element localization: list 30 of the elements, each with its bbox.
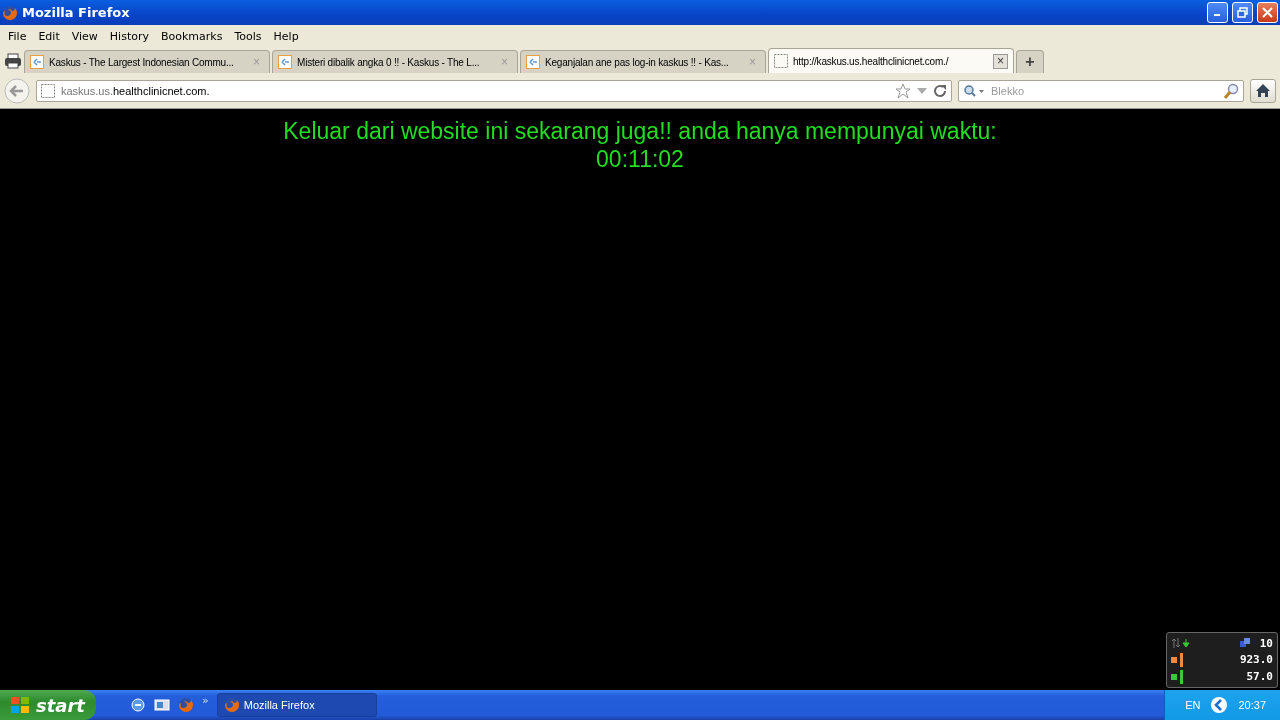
tab-title: Misteri dibalik angka 0 !! - Kaskus - The L...: [297, 56, 481, 68]
menu-item[interactable]: History: [103, 29, 155, 43]
browser-tab[interactable]: Keganjalan ane pas log-in kaskus !! - Kas... ×: [520, 50, 766, 73]
meter-value: 10: [1259, 636, 1273, 650]
search-field[interactable]: Blekko: [958, 79, 1244, 102]
countdown-timer: 00:11:02: [596, 145, 684, 173]
url-text: kaskus.us.healthclinicnet.com.: [61, 84, 211, 97]
menu-item[interactable]: View: [65, 29, 104, 43]
browser-tab[interactable]: http://kaskus.us.healthclinicnet.com./ ×: [768, 48, 1014, 73]
tab-title: Kaskus - The Largest Indonesian Commu...: [49, 56, 235, 68]
menu-item[interactable]: Tools: [228, 29, 268, 43]
clock: 20:37: [1238, 699, 1266, 711]
more-chevron[interactable]: »: [202, 693, 209, 707]
menu-item[interactable]: File: [2, 29, 33, 43]
menu-item[interactable]: Edit: [32, 29, 66, 43]
new-tab-button[interactable]: +: [1016, 50, 1044, 73]
tab-title: Keganjalan ane pas log-in kaskus !! - Kas...: [545, 56, 730, 68]
browser-tab[interactable]: Kaskus - The Largest Indonesian Commu... ×: [24, 50, 270, 73]
start-button[interactable]: start: [0, 690, 96, 720]
warning-message: Keluar dari website ini sekarang juga!! anda hanya mempunyai waktu:: [283, 117, 997, 145]
menu-item[interactable]: Bookmarks: [155, 29, 229, 43]
window-title: Mozilla Firefox: [22, 5, 131, 20]
tab-close-button[interactable]: ×: [993, 53, 1008, 69]
taskbar-window-button[interactable]: Mozilla Firefox: [216, 693, 377, 717]
meter-value: 57.0: [1246, 670, 1273, 683]
menu-item[interactable]: Help: [267, 29, 305, 43]
address-field[interactable]: kaskus.us.healthclinicnet.com.: [36, 79, 952, 102]
meter-value: 923.0: [1239, 653, 1273, 666]
tab-title: http://kaskus.us.healthclinicnet.com./: [793, 55, 950, 67]
browser-tab[interactable]: Misteri dibalik angka 0 !! - Kaskus - The L... ×: [272, 50, 518, 73]
